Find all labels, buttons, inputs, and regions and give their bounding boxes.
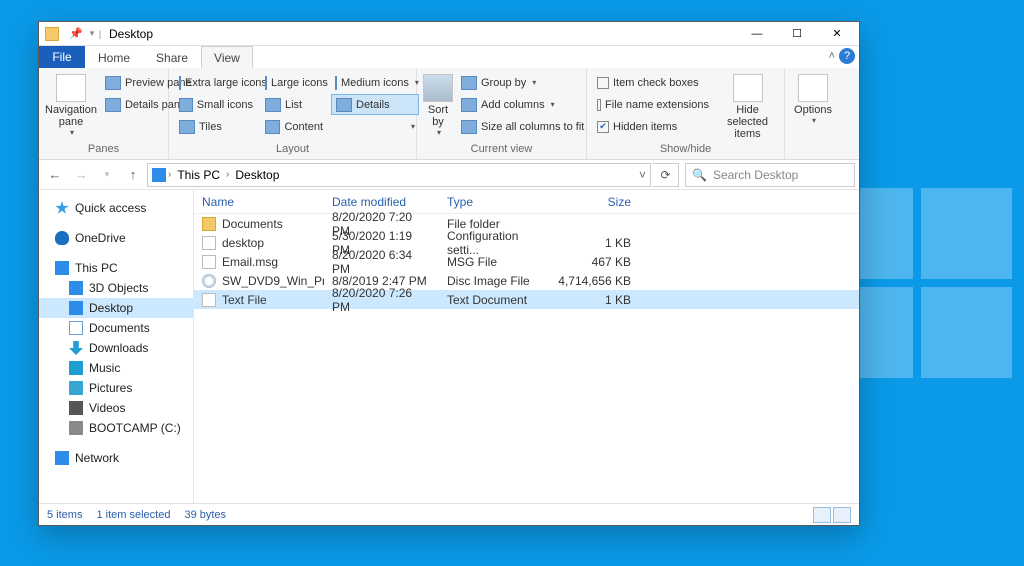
hide-selected-items-button[interactable]: Hide selected items [717, 70, 778, 140]
close-button[interactable]: ✕ [817, 23, 857, 45]
layout-list[interactable]: List [261, 94, 327, 115]
ribbon-group-layout: Extra large icons Small icons Tiles Larg… [169, 68, 417, 159]
window-title: Desktop [109, 27, 153, 41]
breadcrumb[interactable]: › This PC › Desktop ˅ [147, 163, 651, 187]
layout-large-icons[interactable]: Large icons [261, 72, 327, 93]
status-selected: 1 item selected [96, 509, 170, 521]
status-size: 39 bytes [184, 509, 226, 521]
nav-documents[interactable]: Documents [39, 318, 193, 338]
layout-small-icons[interactable]: Small icons [175, 94, 257, 115]
titlebar[interactable]: 📌 ▾ | Desktop — ☐ ✕ [39, 22, 859, 46]
table-row[interactable]: Text File8/20/2020 7:26 PMText Document1… [194, 290, 859, 309]
add-columns-button[interactable]: Add columns▾ [457, 94, 588, 115]
file-rows[interactable]: Documents8/20/2020 7:20 PMFile folderdes… [194, 214, 859, 503]
nav-drive-c[interactable]: BOOTCAMP (C:) [39, 418, 193, 438]
status-items: 5 items [47, 509, 82, 521]
qat-dropdown-icon[interactable]: ▾ [89, 24, 95, 44]
help-icon[interactable]: ? [839, 48, 855, 64]
view-details-icon[interactable] [813, 507, 831, 523]
nav-network[interactable]: Network [39, 448, 193, 468]
nav-music[interactable]: Music [39, 358, 193, 378]
up-button[interactable]: ↑ [121, 163, 145, 187]
ribbon-group-current-view: Sort by▾ Group by▾ Add columns▾ Size all… [417, 68, 587, 159]
tab-share[interactable]: Share [143, 46, 201, 68]
tab-home[interactable]: Home [85, 46, 143, 68]
layout-medium-icons[interactable]: Medium icons▾ [331, 72, 419, 93]
layout-details[interactable]: Details [331, 94, 419, 115]
explorer-body: Quick access OneDrive This PC 3D Objects… [39, 190, 859, 503]
view-thumbnails-icon[interactable] [833, 507, 851, 523]
address-bar: ← → ▾ ↑ › This PC › Desktop ˅ ⟳ 🔍 Search… [39, 160, 859, 190]
nav-onedrive[interactable]: OneDrive [39, 228, 193, 248]
quick-access-toolbar: 📌 ▾ | [41, 24, 103, 44]
col-type[interactable]: Type [439, 195, 549, 209]
nav-downloads[interactable]: Downloads [39, 338, 193, 358]
forward-button[interactable]: → [69, 163, 93, 187]
col-name[interactable]: Name [194, 195, 324, 209]
this-pc-icon [152, 168, 166, 182]
recent-dropdown-icon[interactable]: ▾ [95, 163, 119, 187]
search-icon: 🔍 [692, 168, 707, 182]
nav-this-pc[interactable]: This PC [39, 258, 193, 278]
minimize-button[interactable]: — [737, 23, 777, 45]
tab-view[interactable]: View [201, 46, 253, 68]
ribbon-group-panes: Navigation pane▾ Preview pane Details pa… [39, 68, 169, 159]
ribbon: Navigation pane▾ Preview pane Details pa… [39, 68, 859, 160]
chevron-right-icon[interactable]: › [226, 169, 229, 180]
size-all-columns-button[interactable]: Size all columns to fit [457, 116, 588, 137]
file-list: Name Date modified Type Size Documents8/… [194, 190, 859, 503]
options-button[interactable]: Options▾ [791, 70, 835, 125]
file-explorer-window: 📌 ▾ | Desktop — ☐ ✕ File Home Share View… [38, 21, 860, 526]
layout-content[interactable]: Content [261, 116, 327, 137]
refresh-button[interactable]: ⟳ [653, 163, 679, 187]
col-date[interactable]: Date modified [324, 195, 439, 209]
hidden-items[interactable]: ✔Hidden items [593, 116, 713, 137]
table-row[interactable]: desktop5/30/2020 1:19 PMConfiguration se… [194, 233, 859, 252]
layout-extra-large-icons[interactable]: Extra large icons [175, 72, 257, 93]
nav-pictures[interactable]: Pictures [39, 378, 193, 398]
ribbon-group-options: Options▾ [785, 68, 841, 159]
nav-3d-objects[interactable]: 3D Objects [39, 278, 193, 298]
nav-quick-access[interactable]: Quick access [39, 198, 193, 218]
folder-icon[interactable] [41, 24, 63, 44]
layout-tiles[interactable]: Tiles [175, 116, 257, 137]
group-by-button[interactable]: Group by▾ [457, 72, 588, 93]
table-row[interactable]: Email.msg8/20/2020 6:34 PMMSG File467 KB [194, 252, 859, 271]
search-input[interactable]: 🔍 Search Desktop [685, 163, 855, 187]
back-button[interactable]: ← [43, 163, 67, 187]
qat-separator: | [97, 24, 103, 44]
navigation-pane[interactable]: Quick access OneDrive This PC 3D Objects… [39, 190, 194, 503]
col-size[interactable]: Size [549, 195, 639, 209]
collapse-ribbon-icon[interactable]: ˄ [829, 50, 835, 62]
chevron-right-icon[interactable]: › [168, 169, 171, 180]
layout-more-icon[interactable]: ▾ [331, 116, 419, 137]
nav-desktop[interactable]: Desktop [39, 298, 193, 318]
address-dropdown-icon[interactable]: ˅ [639, 168, 646, 182]
crumb-this-pc[interactable]: This PC [173, 168, 224, 182]
ribbon-tabs: File Home Share View ˄ ? [39, 46, 859, 68]
maximize-button[interactable]: ☐ [777, 23, 817, 45]
file-icon [202, 274, 216, 288]
table-row[interactable]: SW_DVD9_Win_Pro_10_...8/8/2019 2:47 PMDi… [194, 271, 859, 290]
file-icon [202, 217, 216, 231]
sort-by-button[interactable]: Sort by▾ [423, 70, 453, 137]
column-headers: Name Date modified Type Size [194, 190, 859, 214]
tab-file[interactable]: File [39, 46, 85, 68]
pin-icon[interactable]: 📌 [65, 24, 87, 44]
crumb-desktop[interactable]: Desktop [231, 168, 283, 182]
status-bar: 5 items 1 item selected 39 bytes [39, 503, 859, 525]
file-icon [202, 293, 216, 307]
file-name-extensions[interactable]: File name extensions [593, 94, 713, 115]
file-icon [202, 255, 216, 269]
file-icon [202, 236, 216, 250]
navigation-pane-button[interactable]: Navigation pane▾ [45, 70, 97, 137]
nav-videos[interactable]: Videos [39, 398, 193, 418]
ribbon-group-show-hide: Item check boxes File name extensions ✔H… [587, 68, 785, 159]
item-check-boxes[interactable]: Item check boxes [593, 72, 713, 93]
